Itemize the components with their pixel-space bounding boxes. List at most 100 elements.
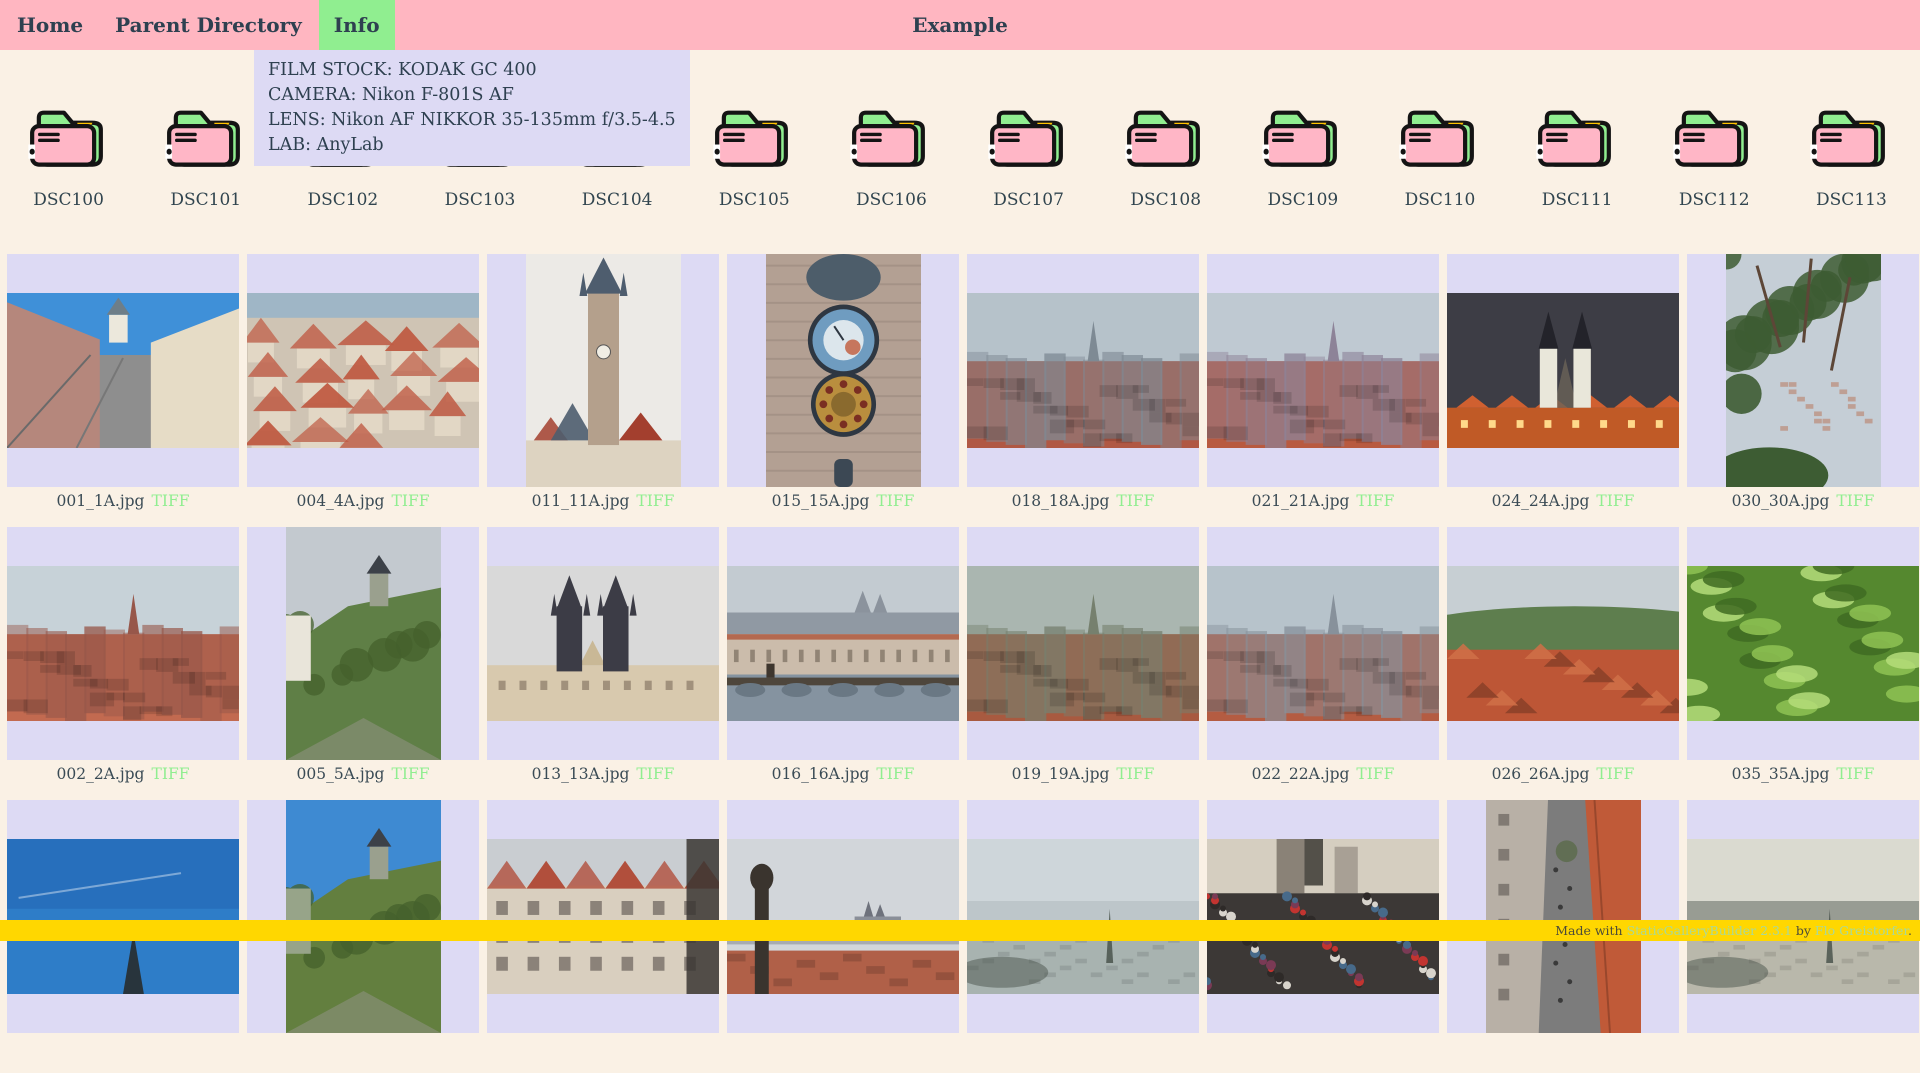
nav-item-info[interactable]: Info: [319, 0, 395, 50]
photo-cell: 005_5A.jpg TIFF: [247, 527, 479, 800]
photo-thumbnail[interactable]: [1447, 254, 1679, 487]
photo-caption: 011_11A.jpg TIFF: [487, 487, 719, 527]
photo-thumbnail[interactable]: [247, 527, 479, 760]
photo-thumbnail[interactable]: [7, 254, 239, 487]
photo-image: [967, 566, 1199, 721]
folder-item[interactable]: DSC107: [960, 106, 1097, 210]
photo-thumbnail[interactable]: [1687, 527, 1919, 760]
tiff-link[interactable]: TIFF: [1836, 492, 1874, 510]
footer-author-link[interactable]: Flo Greistorfer: [1815, 923, 1908, 938]
tiff-link[interactable]: TIFF: [876, 492, 914, 510]
photo-thumbnail[interactable]: [7, 800, 239, 1033]
photo-filename: 001_1A.jpg: [57, 492, 145, 510]
photo-image: [7, 566, 239, 721]
nav-item-home[interactable]: Home: [2, 0, 98, 50]
info-line-camera: CAMERA: Nikon F-801S AF: [268, 83, 676, 108]
tiff-link[interactable]: TIFF: [1116, 492, 1154, 510]
photo-caption: 002_2A.jpg TIFF: [7, 760, 239, 800]
tiff-link[interactable]: TIFF: [1836, 765, 1874, 783]
photo-thumbnail[interactable]: [967, 527, 1199, 760]
tiff-link[interactable]: TIFF: [1356, 765, 1394, 783]
photo-caption: [1207, 1033, 1439, 1073]
photo-thumbnail[interactable]: [1687, 800, 1919, 1033]
photo-image: [727, 839, 959, 994]
tiff-link[interactable]: TIFF: [1116, 765, 1154, 783]
photo-image: [1447, 566, 1679, 721]
photo-image: [766, 254, 921, 487]
photo-thumbnail[interactable]: [1207, 527, 1439, 760]
footer-bar: Made with StaticGalleryBuilder 2.3.1 by …: [0, 920, 1920, 941]
folder-label: DSC101: [170, 190, 241, 210]
folder-label: DSC107: [993, 190, 1064, 210]
photo-cell: 021_21A.jpg TIFF: [1207, 254, 1439, 527]
photo-image: [247, 293, 479, 448]
folder-item[interactable]: DSC105: [686, 106, 823, 210]
photo-image: [1687, 566, 1919, 721]
photo-image: [7, 839, 239, 994]
folder-item[interactable]: DSC110: [1371, 106, 1508, 210]
photo-cell: 011_11A.jpg TIFF: [487, 254, 719, 527]
info-line-lens: LENS: Nikon AF NIKKOR 35-135mm f/3.5-4.5: [268, 108, 676, 133]
folder-icon: [712, 106, 796, 173]
photo-thumbnail[interactable]: [1207, 800, 1439, 1033]
folder-label: DSC109: [1267, 190, 1338, 210]
photo-filename: 013_13A.jpg: [532, 765, 630, 783]
photo-image: [967, 293, 1199, 448]
tiff-link[interactable]: TIFF: [1596, 492, 1634, 510]
photo-thumbnail[interactable]: [487, 800, 719, 1033]
folder-item[interactable]: DSC100: [0, 106, 137, 210]
photo-thumbnail[interactable]: [247, 254, 479, 487]
photo-thumbnail[interactable]: [7, 527, 239, 760]
tiff-link[interactable]: TIFF: [636, 492, 674, 510]
photo-filename: 002_2A.jpg: [57, 765, 145, 783]
photo-thumbnail[interactable]: [967, 254, 1199, 487]
photo-caption: 024_24A.jpg TIFF: [1447, 487, 1679, 527]
photo-caption: [1687, 1033, 1919, 1073]
photo-thumbnail[interactable]: [967, 800, 1199, 1033]
tiff-link[interactable]: TIFF: [636, 765, 674, 783]
folder-item[interactable]: DSC106: [823, 106, 960, 210]
photo-image: [487, 839, 719, 994]
photo-thumbnail[interactable]: [1687, 254, 1919, 487]
folder-label: DSC106: [856, 190, 927, 210]
photo-caption: 021_21A.jpg TIFF: [1207, 487, 1439, 527]
footer-builder-link[interactable]: StaticGalleryBuilder 2.3.1: [1627, 923, 1792, 938]
photo-caption: 035_35A.jpg TIFF: [1687, 760, 1919, 800]
photo-caption: 022_22A.jpg TIFF: [1207, 760, 1439, 800]
photo-thumbnail[interactable]: [1447, 800, 1679, 1033]
photo-thumbnail[interactable]: [1447, 527, 1679, 760]
photo-caption: 018_18A.jpg TIFF: [967, 487, 1199, 527]
photo-thumbnail[interactable]: [247, 800, 479, 1033]
photo-thumbnail[interactable]: [487, 527, 719, 760]
info-dropdown: FILM STOCK: KODAK GC 400 CAMERA: Nikon F…: [254, 50, 690, 166]
photo-cell: 024_24A.jpg TIFF: [1447, 254, 1679, 527]
tiff-link[interactable]: TIFF: [1356, 492, 1394, 510]
nav-item-parent-directory[interactable]: Parent Directory: [100, 0, 317, 50]
photo-thumbnail[interactable]: [487, 254, 719, 487]
info-line-film-stock: FILM STOCK: KODAK GC 400: [268, 58, 676, 83]
photo-filename: 022_22A.jpg: [1252, 765, 1350, 783]
tiff-link[interactable]: TIFF: [151, 492, 189, 510]
folder-item[interactable]: DSC111: [1509, 106, 1646, 210]
photo-thumbnail[interactable]: [727, 527, 959, 760]
photo-thumbnail[interactable]: [1207, 254, 1439, 487]
footer-made-with-text: Made with: [1555, 923, 1626, 938]
folder-item[interactable]: DSC113: [1783, 106, 1920, 210]
tiff-link[interactable]: TIFF: [391, 492, 429, 510]
folder-item[interactable]: DSC112: [1646, 106, 1783, 210]
photo-caption: [247, 1033, 479, 1073]
photo-filename: 035_35A.jpg: [1732, 765, 1830, 783]
folder-item[interactable]: DSC109: [1234, 106, 1371, 210]
tiff-link[interactable]: TIFF: [876, 765, 914, 783]
folder-item[interactable]: DSC108: [1097, 106, 1234, 210]
photo-filename: 021_21A.jpg: [1252, 492, 1350, 510]
folder-label: DSC112: [1679, 190, 1750, 210]
tiff-link[interactable]: TIFF: [1596, 765, 1634, 783]
photo-image: [967, 839, 1199, 994]
photo-thumbnail[interactable]: [727, 254, 959, 487]
tiff-link[interactable]: TIFF: [151, 765, 189, 783]
photo-thumbnail[interactable]: [727, 800, 959, 1033]
photo-cell: 030_30A.jpg TIFF: [1687, 254, 1919, 527]
folder-label: DSC113: [1816, 190, 1887, 210]
tiff-link[interactable]: TIFF: [391, 765, 429, 783]
